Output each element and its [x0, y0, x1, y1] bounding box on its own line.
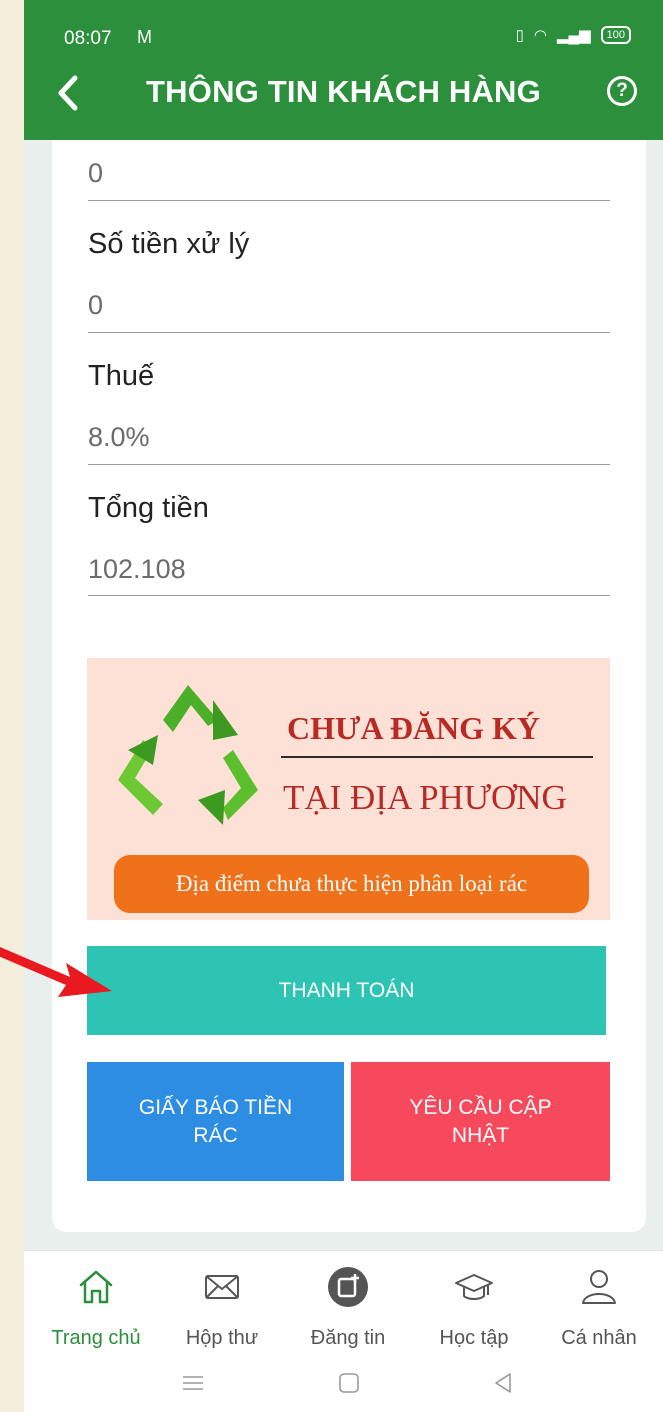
- waste-fee-notice-label: GIẤY BÁO TIỀN RÁC: [138, 1095, 293, 1147]
- signal-icon: ▂▄▆: [556, 27, 591, 44]
- waste-fee-notice-button[interactable]: GIẤY BÁO TIỀN RÁC: [87, 1062, 344, 1181]
- recycle-icon: [118, 685, 258, 825]
- status-icons: ▯ ◠ ▂▄▆ 100: [516, 26, 631, 44]
- nav-home-label: Trang chủ: [51, 1327, 141, 1349]
- unregistered-banner: CHƯA ĐĂNG KÝ TẠI ĐỊA PHƯƠNG Địa điểm chư…: [87, 658, 610, 920]
- back-triangle-icon[interactable]: [492, 1372, 514, 1394]
- nav-home[interactable]: Trang chủ: [32, 1251, 160, 1363]
- nav-inbox-label: Hộp thư: [185, 1327, 259, 1349]
- nav-profile-label: Cá nhân: [561, 1327, 637, 1349]
- field-underline: [88, 595, 610, 596]
- previous-field-value: 0: [88, 158, 104, 188]
- tax-label: Thuế: [88, 360, 155, 392]
- field-underline: [88, 200, 610, 201]
- battery-icon: 100: [600, 26, 631, 44]
- recents-icon[interactable]: [182, 1372, 204, 1394]
- nav-inbox[interactable]: Hộp thư: [158, 1251, 286, 1363]
- help-button[interactable]: ?: [607, 76, 637, 106]
- tax-value: 8.0%: [88, 422, 150, 452]
- banner-divider: [281, 756, 593, 758]
- nav-learning-label: Học tập: [439, 1327, 509, 1349]
- update-request-label: YÊU CẦU CẬP NHẬT: [409, 1095, 552, 1147]
- red-arrow-icon: [0, 947, 112, 997]
- post-icon: [328, 1267, 368, 1307]
- question-icon: ?: [616, 80, 628, 101]
- system-navigation-bar: [24, 1362, 663, 1412]
- left-background-strip: [0, 0, 24, 1412]
- pay-button[interactable]: THANH TOÁN: [87, 946, 606, 1035]
- banner-title: CHƯA ĐĂNG KÝ: [287, 710, 541, 746]
- app-header: 08:07 M ▯ ◠ ▂▄▆ 100 THÔNG TIN KHÁCH HÀNG…: [24, 0, 663, 140]
- home-icon: [79, 1270, 113, 1304]
- status-time: 08:07: [64, 28, 112, 49]
- banner-subtitle: TẠI ĐỊA PHƯƠNG: [283, 778, 567, 817]
- nav-post-label: Đăng tin: [310, 1327, 386, 1349]
- home-button-icon[interactable]: [338, 1372, 360, 1394]
- update-request-button[interactable]: YÊU CẦU CẬP NHẬT: [351, 1062, 610, 1181]
- nav-profile[interactable]: Cá nhân: [535, 1251, 663, 1363]
- wifi-icon: ◠: [533, 27, 547, 44]
- page-title: THÔNG TIN KHÁCH HÀNG: [146, 74, 541, 109]
- total-value: 102.108: [88, 554, 186, 584]
- user-icon: [582, 1270, 616, 1304]
- nav-learning[interactable]: Học tập: [410, 1251, 538, 1363]
- processing-amount-value: 0: [88, 290, 104, 320]
- processing-amount-label: Số tiền xử lý: [88, 228, 250, 260]
- nav-post[interactable]: Đăng tin: [284, 1251, 412, 1363]
- bottom-navigation: Trang chủ Hộp thư Đăng tin Học tập Cá nh…: [24, 1250, 663, 1363]
- mail-icon: [205, 1275, 239, 1299]
- field-underline: [88, 464, 610, 465]
- vibrate-icon: ▯: [515, 27, 524, 44]
- field-underline: [88, 332, 610, 333]
- graduation-cap-icon: [455, 1274, 493, 1300]
- gmail-icon: M: [137, 27, 152, 47]
- customer-info-card: 0 Số tiền xử lý 0 Thuế 8.0% Tổng tiền 10…: [52, 140, 646, 1232]
- banner-note: Địa điểm chưa thực hiện phân loại rác: [114, 855, 589, 913]
- total-label: Tổng tiền: [88, 492, 209, 524]
- phone-screen: 08:07 M ▯ ◠ ▂▄▆ 100 THÔNG TIN KHÁCH HÀNG…: [24, 0, 663, 1412]
